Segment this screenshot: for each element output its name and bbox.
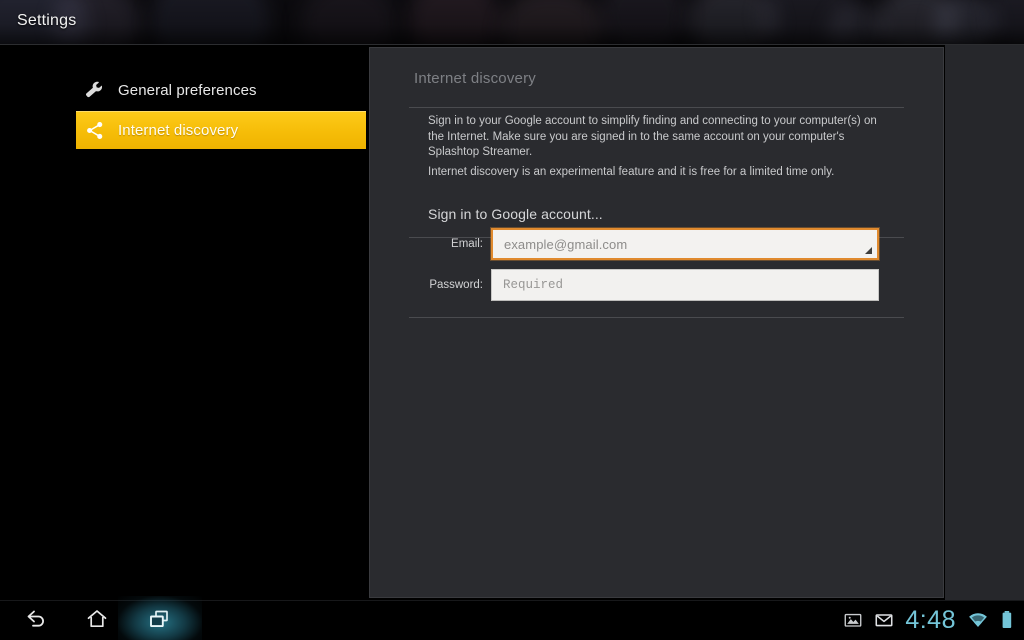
password-input-placeholder: Required	[503, 278, 564, 292]
back-button[interactable]	[4, 602, 66, 640]
wrench-icon	[81, 77, 107, 103]
password-field-row: Password: Required	[417, 269, 879, 301]
description-paragraph-2: Internet discovery is an experimental fe…	[428, 166, 835, 178]
password-input[interactable]: Required	[491, 269, 879, 301]
system-status-bar: 4:48	[843, 600, 1014, 640]
sidebar-item-label: General preferences	[118, 81, 257, 99]
dropdown-triangle-icon[interactable]	[865, 247, 872, 254]
share-icon	[81, 117, 107, 143]
image-icon[interactable]	[843, 610, 863, 630]
signin-section-heading: Sign in to Google account...	[428, 206, 603, 222]
sidebar-item-internet-discovery[interactable]: Internet discovery	[76, 111, 366, 149]
settings-sidebar: General preferences Internet discovery	[0, 45, 367, 600]
divider-top	[409, 107, 904, 108]
top-bar-gradient	[0, 0, 1024, 45]
tablet-screen: Settings General preferences Internet di…	[0, 0, 1024, 640]
email-field-label: Email:	[451, 238, 483, 250]
status-clock: 4:48	[905, 605, 956, 634]
panel-right-filler	[945, 45, 1024, 600]
email-field-row: Email: example@gmail.com	[417, 228, 879, 260]
sidebar-item-general-preferences[interactable]: General preferences	[76, 71, 366, 109]
divider-bottom	[409, 317, 904, 318]
description-paragraph-1: Sign in to your Google account to simpli…	[428, 115, 877, 158]
sidebar-item-label: Internet discovery	[118, 121, 239, 139]
email-input-placeholder: example@gmail.com	[504, 236, 628, 252]
email-input[interactable]: example@gmail.com	[491, 228, 879, 260]
home-button[interactable]	[66, 602, 128, 640]
page-title: Internet discovery	[414, 70, 536, 87]
home-icon	[83, 605, 111, 638]
top-app-bar: Settings	[0, 0, 1024, 45]
recent-apps-button[interactable]	[128, 602, 190, 640]
password-field-label: Password:	[429, 279, 483, 291]
wifi-icon[interactable]	[967, 610, 989, 630]
back-icon	[21, 605, 49, 638]
recent-apps-icon	[145, 605, 173, 638]
app-title: Settings	[17, 12, 77, 29]
battery-icon[interactable]	[1000, 609, 1014, 631]
gmail-icon[interactable]	[874, 610, 894, 630]
internet-discovery-panel: Internet discovery Sign in to your Googl…	[369, 47, 944, 598]
